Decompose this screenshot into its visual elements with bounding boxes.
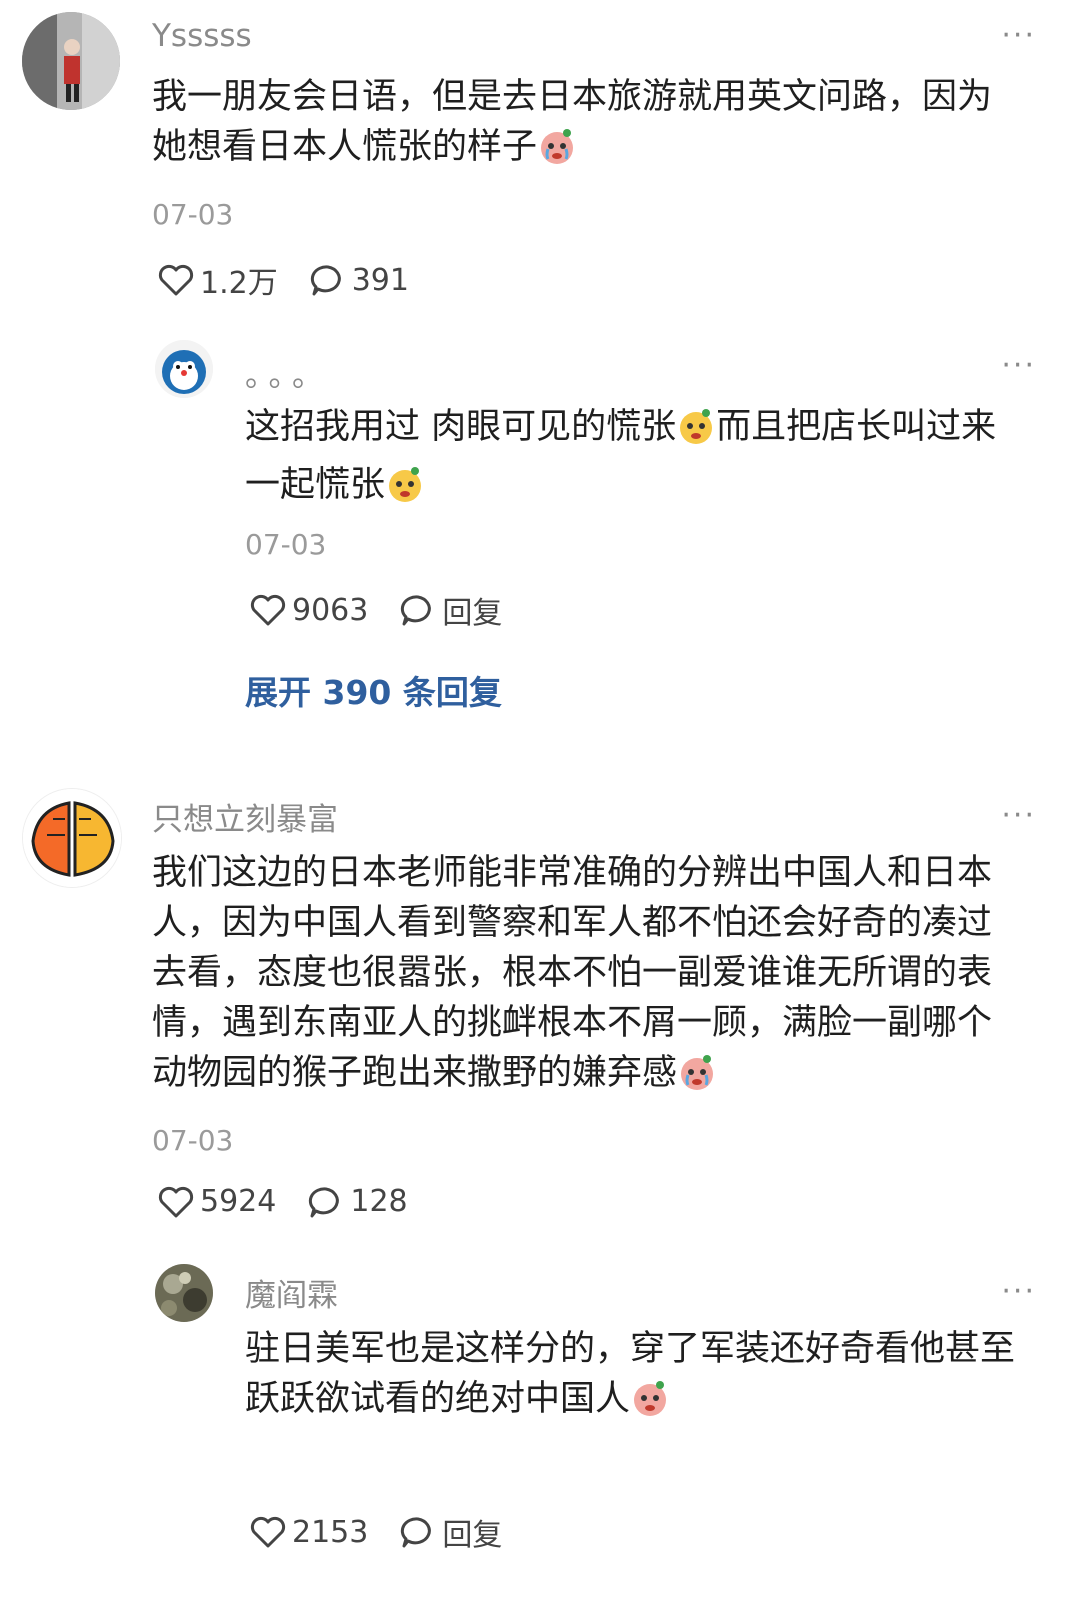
avatar[interactable]: [155, 1264, 213, 1322]
comment-date: 07-03: [152, 1124, 234, 1157]
reply-button[interactable]: 回复: [400, 1510, 502, 1554]
like-button[interactable]: 2153: [250, 1515, 368, 1550]
reply-label: 回复: [442, 596, 503, 631]
commenter-name[interactable]: Ysssss: [152, 18, 252, 54]
reply-count: 128: [350, 1184, 408, 1219]
reply-count: 391: [351, 262, 409, 298]
crying-face-emoji-icon: [385, 464, 425, 518]
comment-bubble-icon: [310, 265, 341, 296]
comment-date: 07-03: [152, 198, 234, 231]
comment-text: 这招我用过 肉眼可见的慌张 而且把店长叫过来一起慌张: [245, 402, 1025, 518]
comment-bubble-icon: [401, 595, 432, 626]
comment-bubble-icon: [401, 1517, 432, 1548]
avatar[interactable]: [22, 788, 122, 888]
more-dots-icon[interactable]: ···: [1001, 21, 1036, 51]
comment-text: 驻日美军也是这样分的，穿了军装还好奇看他甚至跃跃欲试看的绝对中国人: [245, 1324, 1025, 1432]
like-count: 1.2万: [200, 266, 278, 301]
expand-replies-link[interactable]: 展开 390 条回复: [245, 666, 502, 714]
comment-text-content: 我们这边的日本老师能非常准确的分辨出中国人和日本人，因为中国人看到警察和军人都不…: [152, 853, 993, 1093]
like-count: 9063: [292, 592, 369, 628]
commenter-name[interactable]: 。。。: [245, 350, 331, 395]
heart-icon: [250, 594, 286, 626]
crying-face-emoji-icon: [537, 126, 577, 180]
crying-face-emoji-icon: [677, 1052, 717, 1106]
heart-icon: [250, 1516, 286, 1548]
reply-label: 回复: [442, 1518, 503, 1553]
comment-date: 07-03: [245, 528, 327, 561]
avatar[interactable]: [22, 12, 120, 110]
crying-face-emoji-icon: [676, 406, 716, 460]
heart-icon: [158, 1186, 194, 1217]
comment-button[interactable]: 391: [310, 263, 409, 298]
comment-text: 我们这边的日本老师能非常准确的分辨出中国人和日本人，因为中国人看到警察和军人都不…: [152, 848, 1022, 1106]
commenter-name[interactable]: 只想立刻暴富: [152, 794, 338, 839]
like-button[interactable]: 1.2万: [158, 258, 278, 302]
comment-text-content: 这招我用过 肉眼可见的慌张: [245, 407, 677, 447]
avatar[interactable]: [155, 340, 213, 398]
more-dots-icon[interactable]: ···: [1001, 801, 1036, 831]
reply-button[interactable]: 回复: [400, 588, 502, 632]
commenter-name[interactable]: 魔阎霖: [245, 1270, 338, 1315]
like-count: 5924: [200, 1184, 277, 1219]
like-button[interactable]: 5924: [158, 1184, 276, 1219]
like-button[interactable]: 9063: [250, 593, 368, 628]
more-dots-icon[interactable]: ···: [1001, 351, 1036, 381]
comment-button[interactable]: 128: [308, 1184, 408, 1219]
more-dots-icon[interactable]: ···: [1001, 1277, 1036, 1307]
heart-icon: [158, 264, 194, 296]
like-count: 2153: [292, 1514, 369, 1550]
comment-text: 我一朋友会日语，但是去日本旅游就用英文问路，因为她想看日本人慌张的样子: [152, 72, 1022, 180]
crying-face-emoji-icon: [630, 1378, 670, 1432]
comment-bubble-icon: [309, 1186, 340, 1217]
